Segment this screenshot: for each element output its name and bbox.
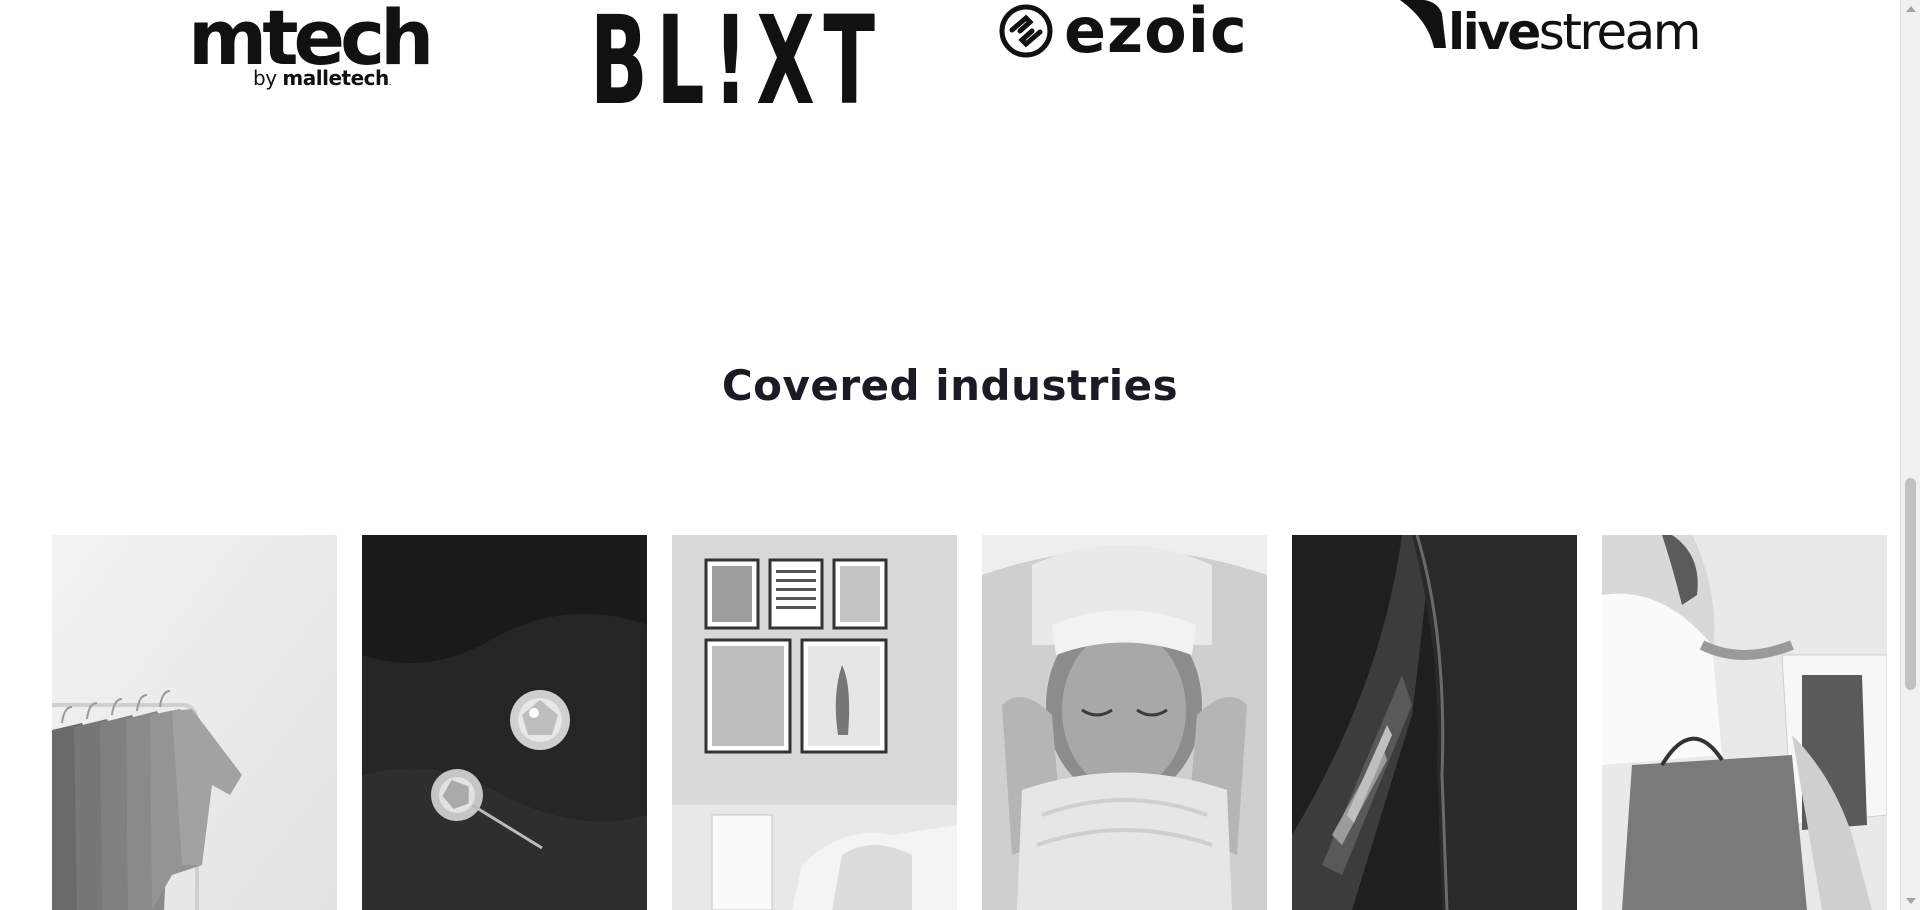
clothing-rack-photo (52, 535, 337, 910)
partner-logos-row: mtech by malletech. BL!XT ezoic livestre… (0, 0, 1900, 130)
ezoic-logo-wordmark: ezoic (1064, 0, 1248, 67)
industry-card-beauty[interactable] (982, 535, 1267, 910)
scroll-up-arrow-icon[interactable] (1906, 6, 1916, 12)
industry-card-retail[interactable] (1602, 535, 1887, 910)
scroll-thumb[interactable] (1905, 478, 1916, 690)
blixt-logo-wordmark: BL!XT (590, 0, 884, 132)
wall-posters-photo (672, 535, 957, 910)
mtech-logo: mtech by malletech. (188, 0, 478, 95)
car-headlight-photo (1292, 535, 1577, 910)
page-scrollbar[interactable] (1900, 0, 1920, 910)
ezoic-logo: ezoic (998, 0, 1288, 62)
livestream-logo: livestream (1398, 0, 1708, 60)
diamond-earrings-photo (362, 535, 647, 910)
industries-gallery (52, 535, 1887, 910)
mtech-logo-malletech: malletech (282, 66, 389, 90)
mtech-logo-by: by (253, 66, 277, 90)
blixt-logo: BL!XT (590, 0, 880, 125)
industry-card-jewelry[interactable] (362, 535, 647, 910)
industry-card-home-decor[interactable] (672, 535, 957, 910)
mtech-logo-wordmark: mtech (188, 0, 434, 82)
section-title: Covered industries (721, 361, 1179, 410)
shopping-bags-photo (1602, 535, 1887, 910)
ezoic-mark-icon (999, 4, 1053, 58)
scroll-down-arrow-icon[interactable] (1906, 898, 1916, 904)
industry-card-automotive[interactable] (1292, 535, 1577, 910)
livestream-mark-icon (1400, 0, 1446, 48)
mtech-logo-subtitle: by malletech. (253, 66, 392, 90)
industry-card-clothing[interactable] (52, 535, 337, 910)
livestream-logo-wordmark: livestream (1448, 3, 1702, 61)
facial-spa-photo (982, 535, 1267, 910)
